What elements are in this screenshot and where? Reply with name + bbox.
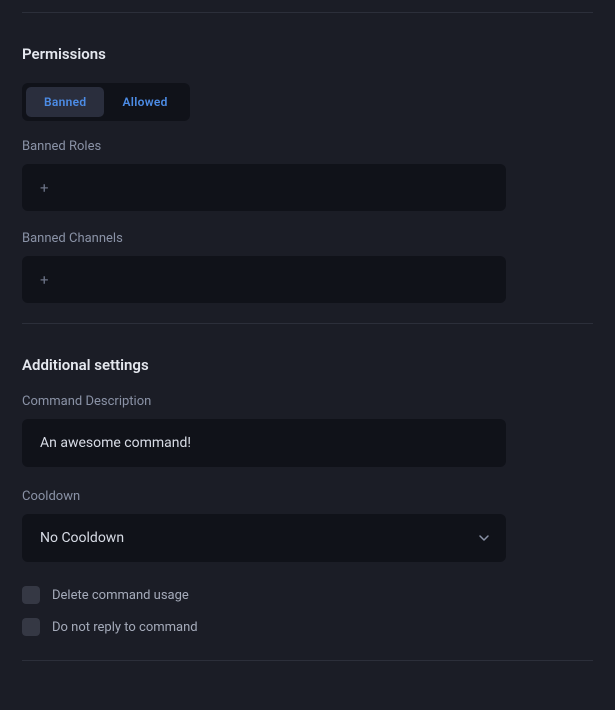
- banned-channels-label: Banned Channels: [22, 231, 593, 246]
- delete-usage-row[interactable]: Delete command usage: [22, 586, 593, 604]
- banned-roles-input[interactable]: +: [22, 164, 506, 211]
- delete-usage-label: Delete command usage: [52, 588, 189, 603]
- no-reply-checkbox[interactable]: [22, 618, 40, 636]
- mid-divider: [22, 323, 593, 324]
- no-reply-label: Do not reply to command: [52, 620, 198, 635]
- banned-roles-label: Banned Roles: [22, 139, 593, 154]
- permissions-tab-group: Banned Allowed: [22, 83, 190, 121]
- bottom-divider: [22, 660, 593, 661]
- permissions-title: Permissions: [22, 45, 593, 63]
- command-desc-input[interactable]: [22, 419, 506, 467]
- tab-banned[interactable]: Banned: [26, 87, 104, 117]
- command-desc-label: Command Description: [22, 394, 593, 409]
- banned-channels-input[interactable]: +: [22, 256, 506, 303]
- top-divider: [22, 12, 593, 13]
- add-role-icon[interactable]: +: [40, 179, 49, 197]
- additional-settings-title: Additional settings: [22, 356, 593, 374]
- cooldown-select[interactable]: No Cooldown: [22, 514, 506, 562]
- delete-usage-checkbox[interactable]: [22, 586, 40, 604]
- tab-allowed[interactable]: Allowed: [104, 87, 185, 117]
- cooldown-label: Cooldown: [22, 489, 593, 504]
- add-channel-icon[interactable]: +: [40, 271, 49, 289]
- cooldown-value: No Cooldown: [22, 514, 506, 562]
- no-reply-row[interactable]: Do not reply to command: [22, 618, 593, 636]
